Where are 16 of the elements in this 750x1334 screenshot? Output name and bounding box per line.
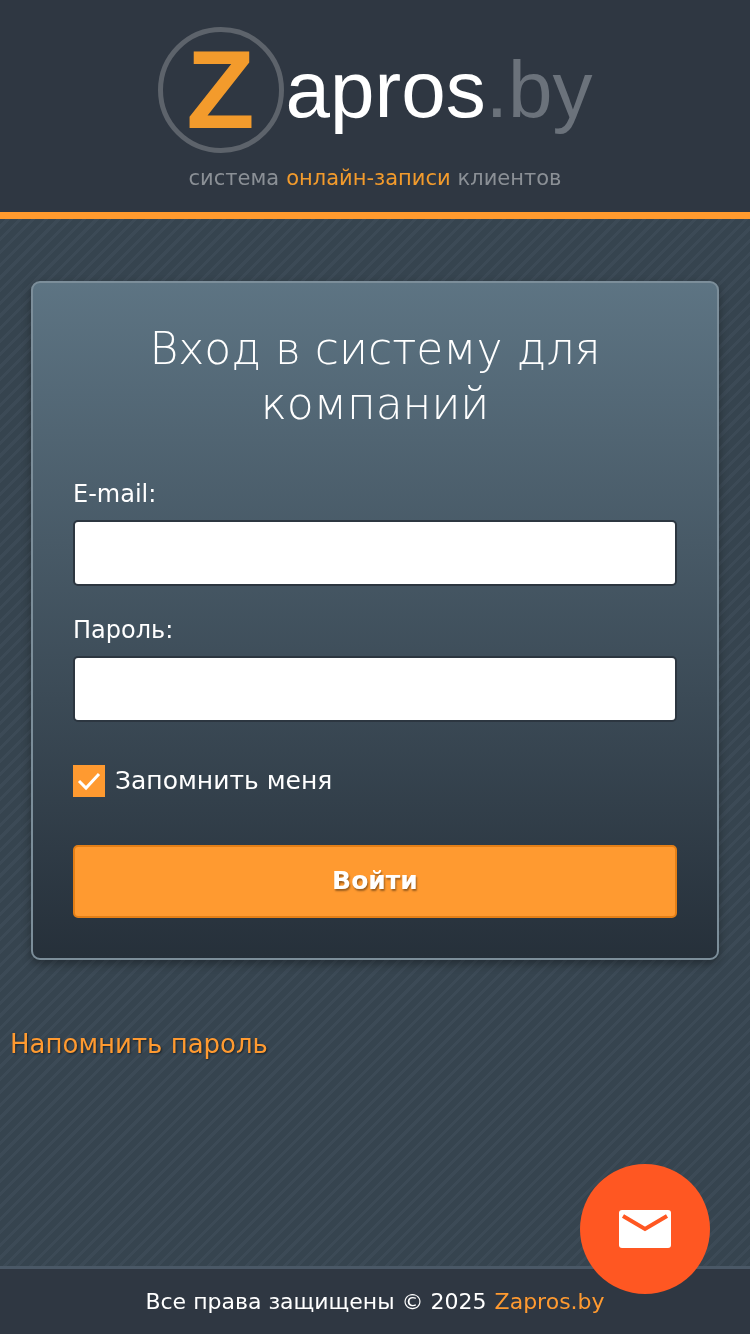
logo-letter: Z [157, 27, 284, 153]
login-title: Вход в систему для компаний [148, 322, 602, 431]
tagline-text: система [188, 165, 280, 192]
copyright-text: Все права защищены © 2025 [145, 1288, 487, 1316]
mail-icon [619, 1210, 671, 1248]
tagline-text: онлайн-записи [286, 165, 451, 192]
tagline-text: клиентов [457, 165, 562, 192]
field-label: E-mail: [73, 479, 158, 510]
footer-link[interactable]: Zapros.by [494, 1285, 605, 1318]
forgot-password-link[interactable]: Напомнить пароль [10, 1024, 268, 1064]
remember-label: Запомнить меня [115, 765, 333, 797]
field-label: Пароль: [73, 615, 175, 646]
input-field[interactable] [73, 656, 677, 722]
input-field[interactable] [73, 520, 677, 586]
message-button[interactable] [580, 1164, 710, 1294]
remember-checkbox[interactable] [73, 764, 105, 797]
